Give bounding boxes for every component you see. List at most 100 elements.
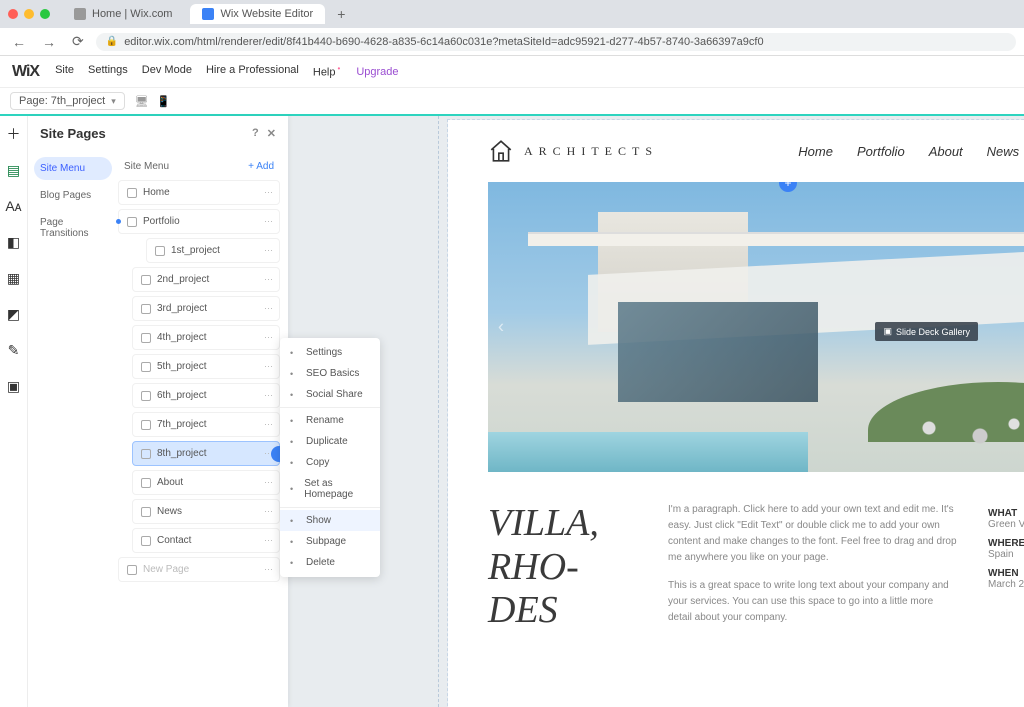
page-item[interactable]: About⋯ xyxy=(132,470,280,495)
gallery-type-label[interactable]: ▣ Slide Deck Gallery xyxy=(875,322,978,341)
menu-site[interactable]: Site xyxy=(55,64,74,79)
page-more-icon[interactable]: ⋯ xyxy=(264,245,273,256)
ctx-item-label: Delete xyxy=(306,557,335,568)
editor-left-rail: ＋ ▤ Aᴀ ◧ ▦ ◩ ✎ ▣ xyxy=(0,116,28,707)
drag-handle-icon[interactable] xyxy=(116,219,121,224)
page-more-icon[interactable]: ⋯ xyxy=(264,477,273,488)
page-more-icon[interactable]: ⋯ xyxy=(264,303,273,314)
page-icon xyxy=(141,362,151,372)
page-dropdown[interactable]: Page: 7th_project ▾ xyxy=(10,92,125,110)
page-more-icon[interactable]: ⋯ xyxy=(264,419,273,430)
wix-main-menu: Site Settings Dev Mode Hire a Profession… xyxy=(55,64,340,79)
ctx-social-share[interactable]: •Social Share xyxy=(280,384,380,405)
page-icon xyxy=(141,478,151,488)
page-item[interactable]: 7th_project⋯ xyxy=(132,412,280,437)
browser-tab-wix-home[interactable]: Home | Wix.com xyxy=(62,4,184,24)
category-page-transitions[interactable]: Page Transitions xyxy=(34,211,112,245)
project-body[interactable]: I'm a paragraph. Click here to add your … xyxy=(668,502,958,638)
add-element-button[interactable]: ＋ xyxy=(4,124,24,144)
design-button[interactable]: Aᴀ xyxy=(4,196,24,216)
nav-home[interactable]: Home xyxy=(798,144,833,159)
reload-button[interactable]: ⟳ xyxy=(68,31,88,52)
pages-button[interactable]: ▤ xyxy=(4,160,24,180)
page-item[interactable]: News⋯ xyxy=(132,499,280,524)
maximize-window-icon[interactable] xyxy=(40,9,50,19)
ctx-settings[interactable]: •Settings xyxy=(280,342,380,363)
ctx-item-label: SEO Basics xyxy=(306,368,359,379)
ctx-copy[interactable]: •Copy xyxy=(280,452,380,473)
meta-when-value: March 2023 xyxy=(988,579,1024,590)
page-item[interactable]: 2nd_project⋯ xyxy=(132,267,280,292)
mobile-view-icon[interactable]: 📱 xyxy=(157,95,171,108)
page-item[interactable]: 1st_project⋯ xyxy=(146,238,280,263)
page-more-icon[interactable]: ⋯ xyxy=(264,216,273,227)
page-more-icon[interactable]: ⋯ xyxy=(264,390,273,401)
page-item[interactable]: Portfolio⋯ xyxy=(118,209,280,234)
page-label: Contact xyxy=(157,535,191,546)
ctx-seo-basics[interactable]: •SEO Basics xyxy=(280,363,380,384)
forward-button[interactable]: → xyxy=(38,32,60,52)
page-more-icon[interactable]: ⋯ xyxy=(264,332,273,343)
category-blog-pages[interactable]: Blog Pages xyxy=(34,184,112,207)
desktop-view-icon[interactable]: 🖥 xyxy=(135,95,149,108)
project-meta[interactable]: WHAT Green Villa WHERE Spain WHEN March … xyxy=(988,502,1024,638)
nav-news[interactable]: News xyxy=(987,144,1020,159)
page-item[interactable]: 6th_project⋯ xyxy=(132,383,280,408)
new-tab-button[interactable]: + xyxy=(331,6,351,22)
back-button[interactable]: ← xyxy=(8,32,30,52)
page-more-icon[interactable]: ⋯ xyxy=(264,187,273,198)
add-page-link[interactable]: + Add xyxy=(248,161,274,172)
browser-tab-strip: Home | Wix.com Wix Website Editor + xyxy=(0,0,1024,28)
nav-portfolio[interactable]: Portfolio xyxy=(857,144,905,159)
business-button[interactable]: ▣ xyxy=(4,376,24,396)
site-menu-heading: Site Menu xyxy=(124,161,169,172)
app-market-button[interactable]: ◧ xyxy=(4,232,24,252)
sections-button[interactable]: ▦ xyxy=(4,268,24,288)
paragraph-2: This is a great space to write long text… xyxy=(668,578,958,626)
gallery-prev-button[interactable]: ‹ xyxy=(498,317,504,338)
page-item[interactable]: Contact ⋯ xyxy=(132,528,280,553)
url-input[interactable]: 🔒 editor.wix.com/html/renderer/edit/8f41… xyxy=(96,33,1016,51)
editor-canvas[interactable]: ARCHITECTS Home Portfolio About News Con… xyxy=(288,116,1024,707)
menu-settings[interactable]: Settings xyxy=(88,64,128,79)
hero-gallery[interactable]: + ▣ Slide Deck Gallery ‹ › xyxy=(488,182,1024,472)
browser-tab-wix-editor[interactable]: Wix Website Editor xyxy=(190,4,325,24)
page-item[interactable]: 8th_project⋯ xyxy=(132,441,280,466)
ctx-set-as-homepage[interactable]: •Set as Homepage xyxy=(280,473,380,505)
page-item[interactable]: Home⋯ xyxy=(118,180,280,205)
help-icon[interactable]: ? xyxy=(252,127,259,140)
page-item[interactable]: New Page⋯ xyxy=(118,557,280,582)
page-item[interactable]: 3rd_project⋯ xyxy=(132,296,280,321)
category-site-menu[interactable]: Site Menu xyxy=(34,157,112,180)
page-item[interactable]: 5th_project⋯ xyxy=(132,354,280,379)
ctx-subpage[interactable]: •Subpage xyxy=(280,531,380,552)
ctx-rename[interactable]: •Rename xyxy=(280,410,380,431)
project-headline[interactable]: VILLA, RHO-DES xyxy=(488,502,638,638)
page-more-icon[interactable]: ⋯ xyxy=(264,361,273,372)
page-more-icon[interactable]: ⋯ xyxy=(264,506,273,517)
theme-button[interactable]: ✎ xyxy=(4,340,24,360)
minimize-window-icon[interactable] xyxy=(24,9,34,19)
add-section-button[interactable]: + xyxy=(779,182,797,192)
close-window-icon[interactable] xyxy=(8,9,18,19)
ctx-show[interactable]: •Show xyxy=(280,510,380,531)
nav-about[interactable]: About xyxy=(929,144,963,159)
menu-dev-mode[interactable]: Dev Mode xyxy=(142,64,192,79)
upgrade-link[interactable]: Upgrade xyxy=(356,66,398,78)
favicon-icon xyxy=(74,8,86,20)
decorative-rocks xyxy=(878,412,1024,452)
page-more-icon[interactable]: ⋯ xyxy=(264,564,273,575)
wix-logo[interactable]: WiX xyxy=(12,63,39,81)
page-icon xyxy=(127,188,137,198)
page-more-icon[interactable]: ⋯ xyxy=(264,274,273,285)
ctx-delete[interactable]: •Delete xyxy=(280,552,380,573)
ctx-duplicate[interactable]: •Duplicate xyxy=(280,431,380,452)
ctx-item-label: Settings xyxy=(306,347,342,358)
page-item[interactable]: 4th_project⋯ xyxy=(132,325,280,350)
media-button[interactable]: ◩ xyxy=(4,304,24,324)
menu-hire[interactable]: Hire a Professional xyxy=(206,64,299,79)
menu-help[interactable]: Help xyxy=(313,64,340,79)
page-more-icon[interactable]: ⋯ xyxy=(264,535,273,546)
site-logo[interactable]: ARCHITECTS xyxy=(488,138,658,164)
close-panel-icon[interactable]: ✕ xyxy=(267,127,276,140)
